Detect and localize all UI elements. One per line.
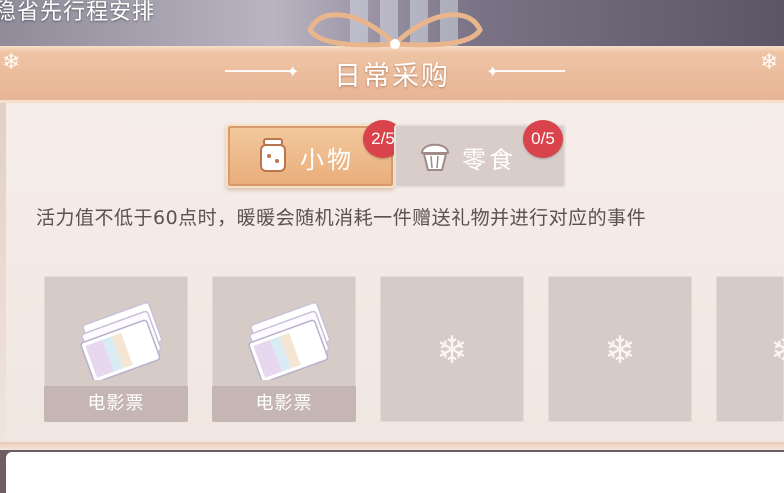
movie-ticket-icon (80, 301, 163, 380)
bottom-panel (6, 452, 784, 493)
item-slot-2[interactable]: 电影票 (212, 276, 356, 422)
jar-icon (260, 138, 286, 172)
movie-ticket-icon (248, 301, 331, 380)
tab-label: 零食 (462, 146, 516, 174)
snowflake-icon: ❄ (436, 328, 468, 372)
item-slot-empty[interactable]: ❄ (380, 276, 524, 422)
ribbon-bow-icon (307, 12, 483, 49)
schedule-text: 稳省先行程安排 (0, 0, 156, 25)
activity-description: 活力值不低于60点时，暖暖会随机消耗一件赠送礼物并进行对应的事件 (36, 207, 647, 229)
item-slot-1[interactable]: 电影票 (44, 276, 188, 422)
snowflake-icon: ❄ (604, 328, 636, 372)
snowflake-icon: ❄ (716, 328, 784, 372)
item-name: 电影票 (212, 386, 356, 422)
tab-small-items[interactable]: 小物 2/5 (226, 120, 403, 188)
panel-divider (0, 442, 784, 450)
panel-edge (0, 100, 6, 442)
page-title: 日常采购 (334, 61, 450, 92)
tab-snacks[interactable]: 零食 0/5 (394, 120, 566, 188)
count-badge: 0/5 (523, 120, 563, 158)
item-slot-empty[interactable]: ❄ (548, 276, 692, 422)
item-slot-empty[interactable]: ❄ (716, 276, 784, 422)
item-name: 电影票 (44, 386, 188, 422)
tab-label: 小物 (300, 146, 354, 174)
cupcake-icon (420, 143, 450, 171)
